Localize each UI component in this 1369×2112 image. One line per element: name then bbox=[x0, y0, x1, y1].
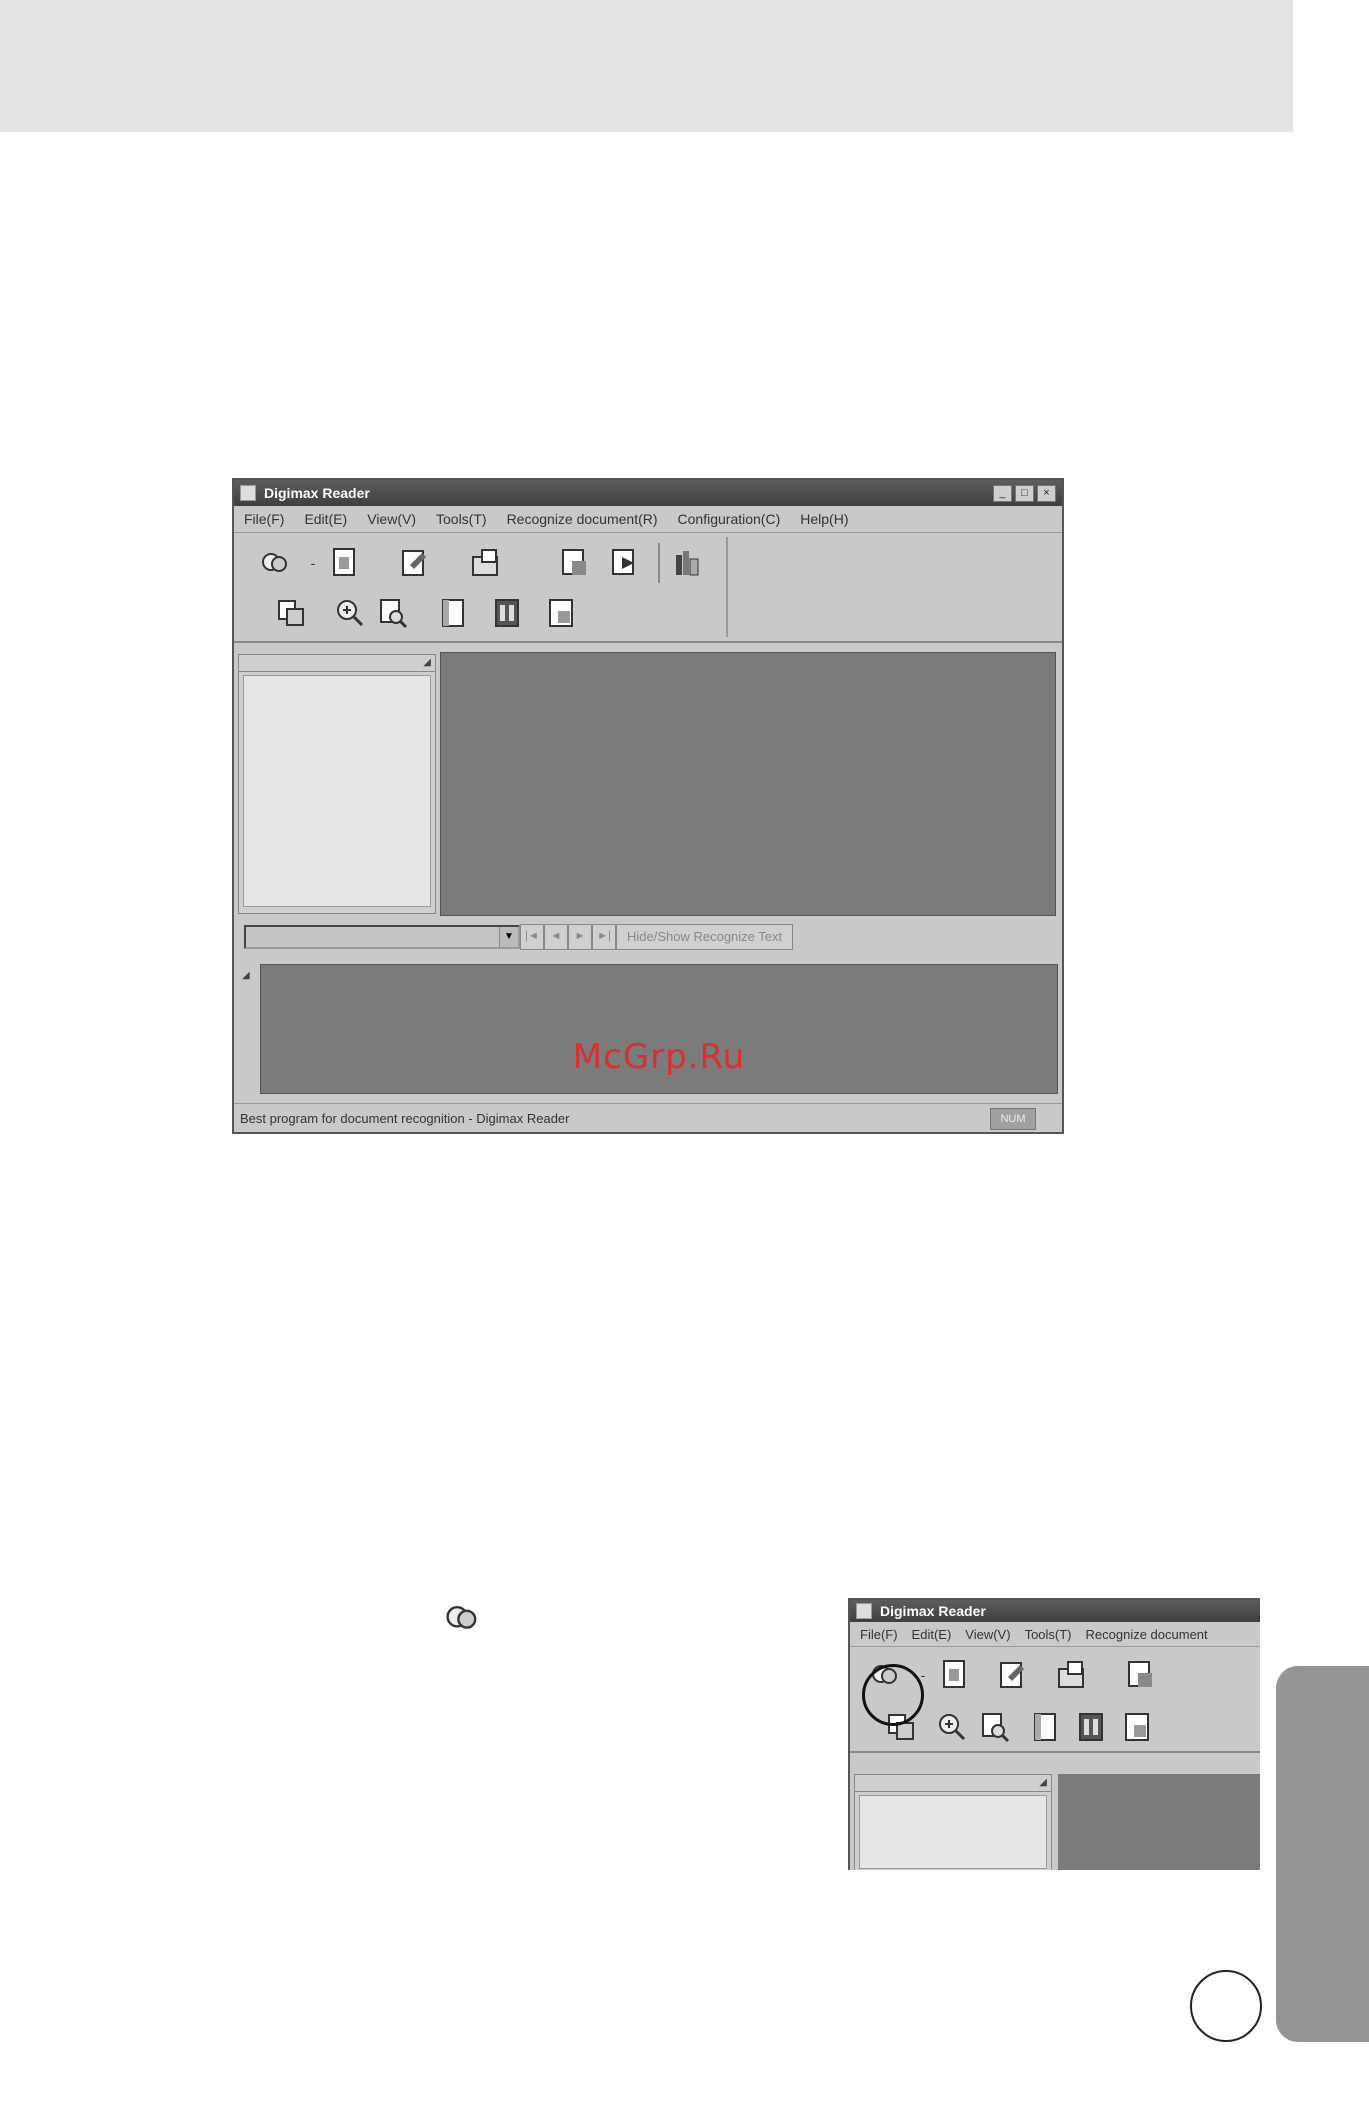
title-bar: Digimax Reader _ □ × bbox=[234, 480, 1062, 506]
scan-icon bbox=[440, 1598, 484, 1638]
toolbar-divider bbox=[726, 537, 728, 637]
prev-page-button[interactable]: ◄ bbox=[544, 924, 568, 950]
first-page-button[interactable]: |◄ bbox=[520, 924, 544, 950]
image-view-area[interactable] bbox=[440, 652, 1056, 916]
app-icon bbox=[856, 1603, 872, 1619]
thumbnail-panel: ◢ bbox=[238, 654, 436, 914]
menu-edit[interactable]: Edit(E) bbox=[304, 511, 347, 527]
menu-file[interactable]: File(F) bbox=[860, 1627, 898, 1642]
save-icon[interactable] bbox=[1120, 1709, 1154, 1745]
zoom-fit-icon[interactable] bbox=[376, 595, 410, 631]
toolbar: - bbox=[234, 533, 1062, 643]
menu-recognize[interactable]: Recognize document(R) bbox=[507, 511, 658, 527]
hide-show-text-button[interactable]: Hide/Show Recognize Text bbox=[616, 924, 794, 950]
pin-icon[interactable]: ◢ bbox=[423, 657, 431, 668]
navigation-bar: ▼ |◄ ◄ ► ►| Hide/Show Recognize Text bbox=[244, 922, 794, 952]
menu-tools[interactable]: Tools(T) bbox=[436, 511, 487, 527]
menu-bar: File(F) Edit(E) View(V) Tools(T) Recogni… bbox=[850, 1622, 1260, 1647]
window-title: Digimax Reader bbox=[880, 1603, 986, 1619]
page-icon[interactable] bbox=[436, 595, 470, 631]
app-screenshot: Digimax Reader _ □ × File(F) Edit(E) Vie… bbox=[232, 478, 1064, 1134]
cropped-screenshot: Digimax Reader File(F) Edit(E) View(V) T… bbox=[848, 1598, 1260, 1870]
menu-bar: File(F) Edit(E) View(V) Tools(T) Recogni… bbox=[234, 506, 1062, 533]
watermark: McGrp.Ru bbox=[572, 1037, 746, 1077]
dropdown-arrow-icon[interactable]: - bbox=[308, 545, 318, 581]
book-icon[interactable] bbox=[670, 545, 704, 581]
title-bar: Digimax Reader bbox=[850, 1600, 1260, 1622]
text-view-area[interactable]: McGrp.Ru bbox=[260, 964, 1058, 1094]
highlight-circle bbox=[862, 1664, 924, 1726]
thumbnail-list[interactable] bbox=[243, 675, 431, 907]
page-icon[interactable] bbox=[1028, 1709, 1062, 1745]
save-icon[interactable] bbox=[544, 595, 578, 631]
zoom-in-icon[interactable] bbox=[934, 1709, 968, 1745]
zoom-fit-icon[interactable] bbox=[978, 1709, 1012, 1745]
folder-icon[interactable] bbox=[468, 545, 502, 581]
folder-icon[interactable] bbox=[1054, 1657, 1088, 1693]
minimize-button[interactable]: _ bbox=[993, 484, 1012, 502]
status-bar: Best program for document recognition - … bbox=[234, 1103, 1062, 1132]
last-page-button[interactable]: ►| bbox=[592, 924, 616, 950]
menu-file[interactable]: File(F) bbox=[244, 511, 284, 527]
toolbar-separator bbox=[658, 543, 660, 583]
edit-document-icon[interactable] bbox=[398, 545, 432, 581]
close-button[interactable]: × bbox=[1037, 484, 1056, 502]
copy-icon[interactable] bbox=[274, 595, 308, 631]
pin-icon[interactable]: ◢ bbox=[242, 970, 250, 981]
menu-view[interactable]: View(V) bbox=[367, 511, 416, 527]
thumbnail-panel: ◢ bbox=[854, 1774, 1052, 1870]
recognize-icon[interactable] bbox=[1124, 1657, 1158, 1693]
menu-help[interactable]: Help(H) bbox=[800, 511, 848, 527]
maximize-button[interactable]: □ bbox=[1015, 484, 1034, 502]
next-page-button[interactable]: ► bbox=[568, 924, 592, 950]
menu-tools[interactable]: Tools(T) bbox=[1025, 1627, 1072, 1642]
header-band bbox=[0, 0, 1293, 132]
menu-view[interactable]: View(V) bbox=[965, 1627, 1010, 1642]
status-text: Best program for document recognition - … bbox=[240, 1110, 570, 1126]
recognize-icon[interactable] bbox=[558, 545, 592, 581]
zoom-in-icon[interactable] bbox=[332, 595, 366, 631]
page-combo[interactable]: ▼ bbox=[244, 925, 520, 949]
window-title: Digimax Reader bbox=[264, 485, 370, 501]
edit-document-icon[interactable] bbox=[996, 1657, 1030, 1693]
thumbnail-list[interactable] bbox=[859, 1795, 1047, 1869]
export-icon[interactable] bbox=[608, 545, 642, 581]
columns-icon[interactable] bbox=[1074, 1709, 1108, 1745]
open-document-icon[interactable] bbox=[938, 1657, 972, 1693]
chevron-down-icon[interactable]: ▼ bbox=[499, 927, 518, 947]
app-icon bbox=[240, 485, 256, 501]
menu-edit[interactable]: Edit(E) bbox=[912, 1627, 952, 1642]
pin-icon[interactable]: ◢ bbox=[1039, 1777, 1047, 1788]
page-number-circle bbox=[1190, 1970, 1262, 2042]
columns-icon[interactable] bbox=[490, 595, 524, 631]
image-view-area[interactable] bbox=[1058, 1774, 1260, 1870]
menu-configuration[interactable]: Configuration(C) bbox=[678, 511, 781, 527]
open-document-icon[interactable] bbox=[328, 545, 362, 581]
menu-recognize[interactable]: Recognize document bbox=[1086, 1627, 1208, 1642]
status-indicator: NUM bbox=[990, 1108, 1036, 1130]
scan-icon[interactable] bbox=[258, 545, 292, 581]
chapter-tab bbox=[1276, 1666, 1369, 2042]
